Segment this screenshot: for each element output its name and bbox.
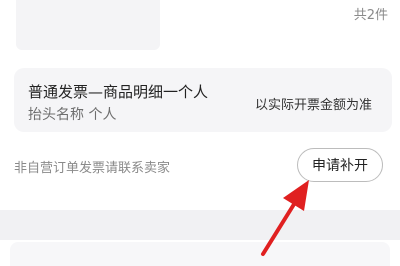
next-section-card: [10, 242, 390, 266]
invoice-header-name: 抬头名称 个人: [28, 107, 117, 123]
section-divider: [0, 210, 400, 240]
apply-reissue-button[interactable]: 申请补开: [297, 148, 383, 182]
invoice-type: 普通发票—商品明细一个人: [28, 83, 209, 101]
invoice-info-card[interactable]: 普通发票—商品明细一个人 抬头名称 个人 以实际开票金额为准: [14, 68, 392, 132]
seller-invoice-note: 非自营订单发票请联系卖家: [14, 161, 171, 176]
invoice-amount-note: 以实际开票金额为准: [254, 98, 372, 113]
item-count: 共2件: [353, 8, 388, 23]
product-thumbnail: [16, 0, 160, 50]
